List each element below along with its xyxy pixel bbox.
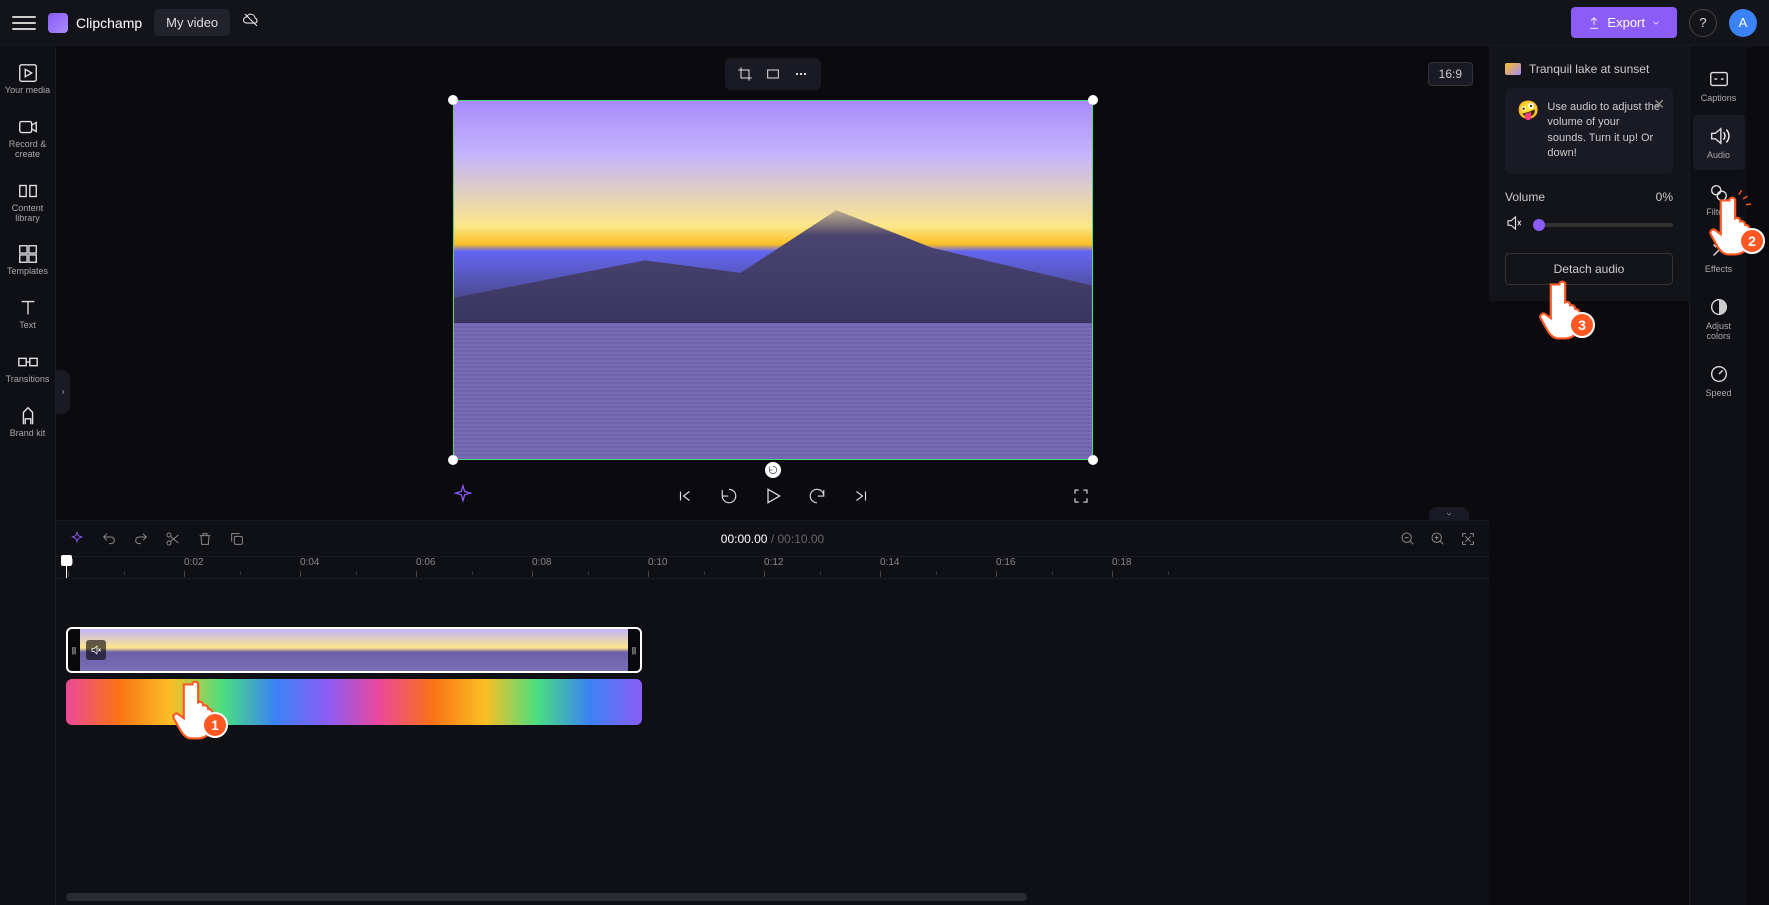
forward-button[interactable] [805, 484, 829, 508]
resize-handle-tr[interactable] [1088, 95, 1098, 105]
right-filters[interactable]: Filters [1693, 172, 1745, 227]
help-button[interactable]: ? [1689, 9, 1717, 37]
rotate-handle[interactable] [765, 462, 781, 478]
captions-icon [1708, 68, 1730, 90]
color-clip[interactable] [66, 679, 642, 725]
project-name[interactable]: My video [154, 9, 230, 36]
resize-handle-br[interactable] [1088, 455, 1098, 465]
right-captions[interactable]: Captions [1693, 58, 1745, 113]
sidebar-brand-kit[interactable]: Brand kit [3, 397, 53, 447]
sidebar-templates[interactable]: Templates [3, 235, 53, 285]
aspect-ratio-badge[interactable]: 16:9 [1428, 62, 1473, 86]
zoom-out-button[interactable] [1399, 530, 1417, 548]
prev-clip-button[interactable] [673, 484, 697, 508]
delete-button[interactable] [196, 530, 214, 548]
clip-title: Tranquil lake at sunset [1529, 62, 1649, 76]
clip-trim-left[interactable]: || [68, 629, 80, 671]
export-label: Export [1607, 15, 1645, 30]
resize-handle-bl[interactable] [448, 455, 458, 465]
fit-tool[interactable] [763, 64, 783, 84]
filters-icon [1708, 182, 1730, 204]
preview-toolbar [725, 58, 821, 90]
rewind-button[interactable] [717, 484, 741, 508]
right-audio[interactable]: Audio [1693, 115, 1745, 170]
effects-icon [1708, 239, 1730, 261]
volume-label: Volume [1505, 190, 1545, 204]
more-tool[interactable] [791, 64, 811, 84]
volume-slider-thumb[interactable] [1533, 219, 1545, 231]
timeline-collapse-toggle[interactable] [1429, 507, 1469, 521]
video-clip[interactable]: || || [66, 627, 642, 673]
tip-close-button[interactable]: ✕ [1653, 96, 1665, 113]
brand-kit-icon [17, 405, 39, 427]
media-icon [17, 62, 39, 84]
zoom-fit-button[interactable] [1459, 530, 1477, 548]
volume-value: 0% [1656, 190, 1673, 204]
detach-audio-button[interactable]: Detach audio [1505, 253, 1673, 285]
copy-button[interactable] [228, 530, 246, 548]
sidebar-text[interactable]: Text [3, 289, 53, 339]
zoom-in-button[interactable] [1429, 530, 1447, 548]
mute-icon[interactable] [1505, 214, 1523, 237]
sidebar-record-create[interactable]: Record & create [3, 108, 53, 168]
app-logo[interactable]: Clipchamp [48, 13, 142, 33]
fullscreen-button[interactable] [1069, 484, 1093, 508]
tip-text: Use audio to adjust the volume of your s… [1547, 100, 1661, 162]
playhead[interactable] [66, 557, 67, 578]
clip-mute-icon[interactable] [86, 640, 106, 660]
preview-content [454, 198, 1092, 323]
volume-slider[interactable] [1533, 223, 1673, 227]
clipchamp-logo-icon [48, 13, 68, 33]
resize-handle-tl[interactable] [448, 95, 458, 105]
right-adjust-colors[interactable]: Adjust colors [1693, 286, 1745, 351]
right-effects[interactable]: Effects [1693, 229, 1745, 284]
sidebar-content-library[interactable]: Content library [3, 172, 53, 232]
magic-tool[interactable] [68, 530, 86, 548]
sidebar-your-media[interactable]: Your media [3, 54, 53, 104]
undo-button[interactable] [100, 530, 118, 548]
templates-icon [17, 243, 39, 265]
adjust-colors-icon [1708, 296, 1730, 318]
split-button[interactable] [164, 530, 182, 548]
timeline-ruler[interactable]: 0 0:02 0:04 0:06 0:08 0:10 0:12 0:14 0:1… [56, 557, 1489, 579]
redo-button[interactable] [132, 530, 150, 548]
timeline-timecode: 00:00.00 / 00:10.00 [721, 532, 824, 546]
next-clip-button[interactable] [849, 484, 873, 508]
hamburger-menu[interactable] [12, 11, 36, 35]
sidebar-transitions[interactable]: Transitions [3, 343, 53, 393]
right-speed[interactable]: Speed [1693, 353, 1745, 408]
tip-box: ✕ 🤪 Use audio to adjust the volume of yo… [1505, 88, 1673, 174]
play-button[interactable] [761, 484, 785, 508]
clip-trim-right[interactable]: || [628, 629, 640, 671]
timeline-scrollbar[interactable] [66, 893, 1479, 901]
auto-enhance-button[interactable] [453, 484, 477, 508]
record-icon [17, 116, 39, 138]
transitions-icon [17, 351, 39, 373]
export-button[interactable]: Export [1571, 7, 1677, 38]
text-icon [17, 297, 39, 319]
vertical-scrollbar[interactable] [1747, 46, 1769, 905]
audio-icon [1708, 125, 1730, 147]
library-icon [17, 180, 39, 202]
speed-icon [1708, 363, 1730, 385]
preview-canvas[interactable] [453, 100, 1093, 460]
clip-thumbnail [1505, 63, 1521, 75]
app-name: Clipchamp [76, 15, 142, 31]
tip-emoji-icon: 🤪 [1517, 100, 1539, 162]
user-avatar[interactable]: A [1729, 9, 1757, 37]
cloud-sync-icon[interactable] [242, 11, 260, 34]
crop-tool[interactable] [735, 64, 755, 84]
